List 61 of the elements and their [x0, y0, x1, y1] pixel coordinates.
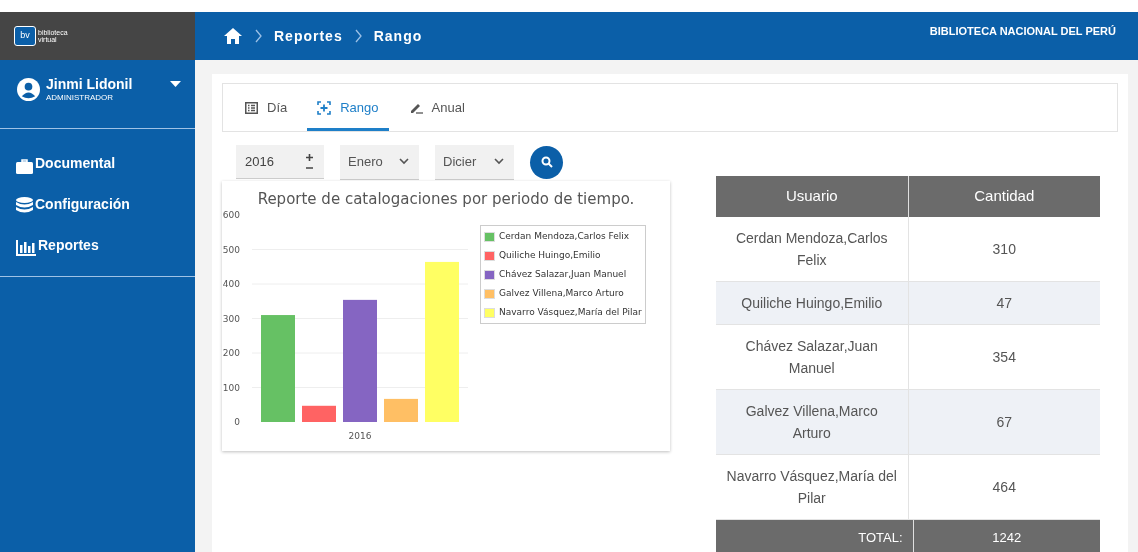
- chevron-down-icon: [494, 158, 504, 165]
- table-cell-text: Galvez Villena,Marco Arturo: [744, 402, 879, 443]
- table-cell: 47: [907, 282, 1100, 324]
- logo-mark: bv: [14, 26, 36, 46]
- breadcrumb-link[interactable]: Rango: [373, 25, 423, 47]
- x-axis-label: 2016: [348, 431, 372, 441]
- bar-chart-icon: [16, 239, 36, 256]
- user-avatar-icon: [17, 78, 40, 101]
- chevron-right-icon: [255, 29, 262, 43]
- list-icon: [245, 101, 258, 114]
- chevron-down-icon: [399, 158, 409, 165]
- legend-label: Quiliche Huingo,Emilio: [499, 248, 601, 262]
- dropdown-caret-icon[interactable]: [170, 81, 181, 87]
- table-cell: 310: [907, 217, 1100, 281]
- chevron-right-icon: [354, 29, 362, 43]
- legend-label: Chávez Salazar,Juan Manuel: [499, 267, 627, 281]
- sidebar-item[interactable]: Configuración: [0, 182, 195, 223]
- legend-label: Navarro Vásquez,María del Pilar: [499, 305, 642, 319]
- legend-label: Cerdan Mendoza,Carlos Felix: [499, 229, 630, 243]
- y-axis-label: 600: [222, 210, 240, 220]
- y-axis-label: 0: [234, 417, 240, 427]
- table-cell: 464: [907, 455, 1100, 519]
- chart-bar: [302, 405, 336, 422]
- sidebar-item[interactable]: Reportes: [0, 223, 195, 264]
- tab[interactable]: Día: [235, 84, 298, 131]
- y-axis-label: 200: [222, 348, 240, 358]
- y-axis-label: 300: [222, 313, 240, 324]
- year-value: 2016: [245, 152, 274, 171]
- tab[interactable]: Rango: [307, 84, 389, 131]
- tab[interactable]: Anual: [398, 84, 475, 131]
- table-cell: 67: [907, 390, 1100, 454]
- user-role: ADMINISTRADOR: [46, 92, 115, 104]
- table-cell-text: Quiliche Huingo,Emilio: [740, 294, 884, 313]
- organization-name: BIBLIOTECA NACIONAL DEL PERÚ: [929, 24, 1116, 39]
- legend-label: Galvez Villena,Marco Arturo: [499, 286, 624, 300]
- chart-bar: [384, 398, 418, 422]
- breadcrumb-link[interactable]: Reportes: [274, 25, 343, 47]
- table-cell-text: Cerdan Mendoza,Carlos Felix: [734, 229, 889, 270]
- chart-title: Reporte de catalogaciones por periodo de tiempo.: [257, 190, 635, 208]
- pencil-icon: [408, 101, 423, 114]
- y-axis-label: 100: [222, 382, 240, 393]
- column-header: Usuario: [784, 186, 839, 207]
- increment-decrement-icon[interactable]: [305, 151, 314, 172]
- plus-square-icon: [317, 100, 332, 115]
- search-button[interactable]: [530, 145, 563, 179]
- briefcase-icon: [16, 159, 33, 174]
- table-cell-text: Navarro Vásquez,María del Pilar: [725, 467, 898, 508]
- total-value: 1242: [912, 520, 1100, 552]
- sidebar-item[interactable]: Documental: [0, 141, 195, 182]
- search-icon: [540, 156, 553, 168]
- start-month-dropdown[interactable]: Enero: [340, 144, 419, 180]
- end-month-dropdown[interactable]: Dicier: [435, 144, 514, 180]
- total-label: TOTAL:: [857, 529, 904, 548]
- y-axis-label: 400: [222, 279, 240, 289]
- year-spinner[interactable]: 2016: [236, 145, 324, 179]
- table-cell-text: Chávez Salazar,Juan Manuel: [744, 337, 879, 378]
- y-axis-label: 500: [222, 244, 240, 255]
- table-cell: 354: [907, 325, 1100, 389]
- user-name: Jinmi Lidonil: [46, 76, 133, 92]
- home-icon[interactable]: [223, 27, 243, 45]
- database-icon: [16, 197, 33, 215]
